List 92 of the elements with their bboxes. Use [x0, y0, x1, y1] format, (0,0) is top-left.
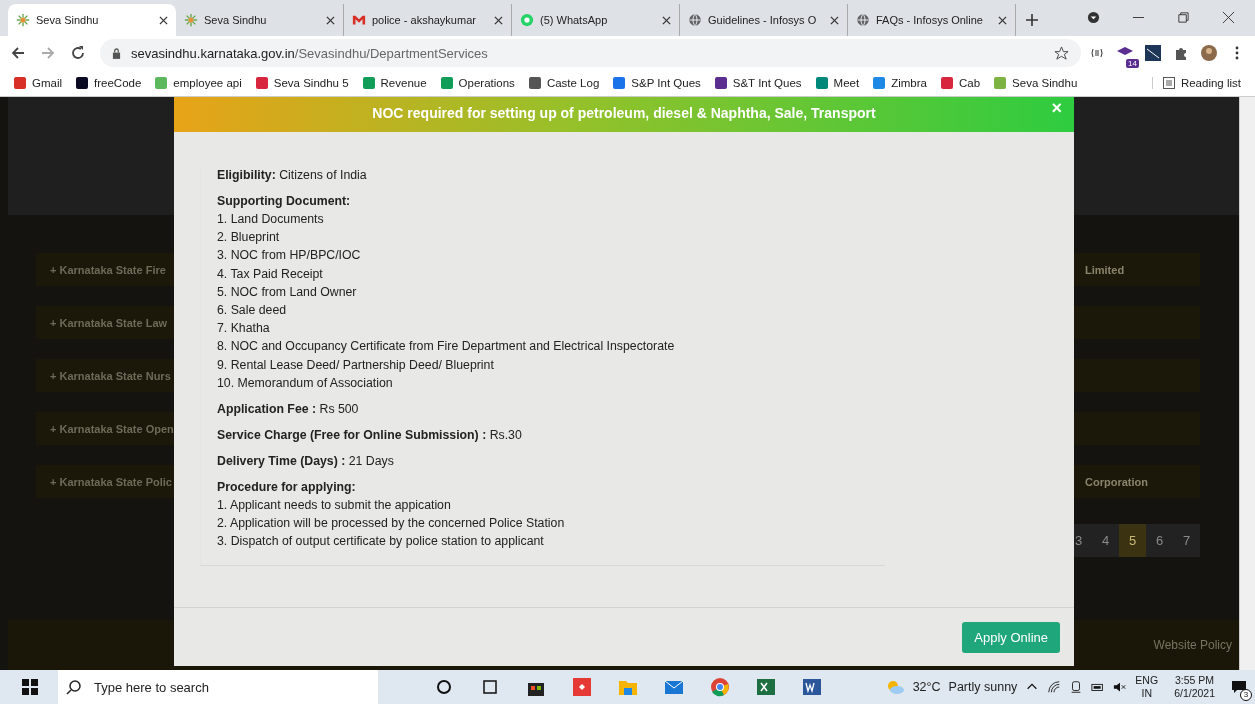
chrome-icon[interactable] [710, 677, 730, 697]
list-item: 7. Khatha [217, 320, 271, 338]
weather-text[interactable]: Partly sunny [948, 680, 1018, 694]
bookmark-link[interactable]: Operations [440, 77, 515, 89]
bookmark-link[interactable]: S&P Int Ques [613, 77, 701, 89]
eligibility-text: Eligibility: Citizens of India [217, 167, 368, 184]
bookmark-link[interactable]: Meet [815, 77, 860, 89]
browser-tab[interactable]: police - akshaykumar [344, 4, 512, 36]
browser-tab[interactable]: Seva Sindhu [8, 4, 176, 36]
globe-icon [856, 13, 870, 27]
bookmark-link[interactable]: freeCode [76, 77, 142, 89]
task-view-icon[interactable] [480, 677, 500, 697]
fact-text: Service Charge (Free for Online Submission) : Rs.30 [217, 427, 523, 445]
clock-time[interactable]: 3:55 PM [1175, 674, 1215, 687]
language-text[interactable]: ENG [1135, 674, 1159, 687]
close-icon[interactable] [494, 15, 503, 25]
restore-icon[interactable] [1177, 11, 1190, 24]
close-icon[interactable] [1222, 11, 1235, 24]
list-item: 10. Memorandum of Association [217, 374, 394, 392]
windows-start-icon[interactable] [22, 679, 38, 695]
footer-link[interactable]: Website Policy [1153, 638, 1232, 652]
list-item: 6. Sale deed [217, 302, 288, 319]
scrollbar[interactable] [1239, 97, 1255, 670]
browser-tab[interactable]: (5) WhatsApp [512, 4, 680, 36]
fact-text: Delivery Time (Days) : 21 Days [217, 453, 395, 471]
bookmark-link[interactable]: Revenue [362, 77, 427, 89]
list-item: 3. Dispatch of output certificate by police station to applicant [217, 533, 545, 551]
region-text[interactable]: IN [1141, 687, 1152, 700]
extension-icon[interactable] [1145, 45, 1161, 61]
new-tab-icon[interactable] [1026, 14, 1038, 26]
globe-icon [688, 13, 702, 27]
close-icon[interactable] [998, 15, 1007, 25]
page-link[interactable]: 7 [1173, 524, 1200, 557]
notification-badge: 3 [1240, 689, 1252, 701]
profile-menu-icon[interactable] [1087, 11, 1100, 24]
bookmark-link[interactable]: Seva Sindhu [994, 77, 1078, 89]
chat-icon [520, 13, 534, 27]
close-icon[interactable] [326, 15, 335, 25]
list-item: 2. Application will be processed by the concerned Police Station [217, 515, 566, 533]
bookmark-star-icon[interactable] [1054, 45, 1069, 61]
back-arrow-icon[interactable] [10, 45, 26, 61]
list-item: 1. Applicant needs to submit the appication [217, 497, 452, 515]
search-icon [66, 679, 82, 695]
muted-speaker-icon[interactable] [1113, 680, 1128, 694]
list-item: 9. Rental Lease Deed/ Partnership Deed/ Blueprint [217, 356, 495, 374]
close-icon[interactable] [830, 15, 839, 25]
temperature-text[interactable]: 32°C [912, 680, 941, 694]
flower-icon [16, 13, 30, 27]
list-item: 2. Blueprint [217, 229, 281, 247]
browser-tab[interactable]: Seva Sindhu [176, 4, 344, 36]
bookmark-link[interactable]: Cab [940, 77, 981, 89]
extension-badge: 14 [1126, 59, 1139, 68]
close-icon[interactable] [159, 15, 168, 25]
reload-icon[interactable] [70, 45, 86, 61]
list-item: 4. Tax Paid Receipt [217, 265, 324, 283]
clock-date[interactable]: 6/1/2021 [1174, 687, 1215, 700]
modal-title: NOC required for setting up of petroleum, diesel & Naphtha, Sale, Transport [372, 105, 876, 121]
bookmark-link[interactable]: employee api [155, 77, 242, 89]
mail-icon [352, 13, 366, 27]
browser-tab[interactable]: Guidelines - Infosys O [680, 4, 848, 36]
wifi-icon[interactable] [1047, 680, 1062, 694]
bookmark-link[interactable]: Gmail [14, 77, 63, 89]
app-icon[interactable] [572, 677, 592, 697]
page-link[interactable]: 4 [1092, 524, 1119, 557]
bookmark-link[interactable]: Zimbra [873, 77, 927, 89]
reading-list-button[interactable]: Reading list [1151, 77, 1241, 89]
search-box[interactable]: Type here to search [58, 670, 378, 704]
list-item: 3. NOC from HP/BPC/IOC [217, 247, 362, 265]
search-field[interactable]: Type here to search [92, 678, 378, 696]
list-item: 5. NOC from Land Owner [217, 283, 358, 301]
list-item: 8. NOC and Occupancy Certificate from Fire Department and Electrical Inspectorate [217, 338, 676, 356]
address-bar[interactable]: sevasindhu.karnataka.gov.in/Sevasindhu/DepartmentServices [100, 39, 1081, 67]
document-icon[interactable] [802, 677, 822, 697]
avatar-icon[interactable] [1201, 45, 1217, 61]
list-item: 1. Land Documents [217, 211, 325, 228]
section-heading: Supporting Document: [217, 193, 352, 210]
flower-icon [184, 13, 198, 27]
reading-list-icon [1162, 77, 1175, 89]
close-icon[interactable] [662, 15, 671, 25]
section-heading: Procedure for applying: [217, 479, 357, 497]
browser-tab[interactable]: FAQs - Infosys Online [848, 4, 1016, 36]
page-link[interactable]: 6 [1146, 524, 1173, 557]
fact-text: Application Fee : Rs 500 [217, 401, 360, 419]
notification-icon[interactable] [1231, 679, 1247, 695]
spreadsheet-icon[interactable] [756, 677, 776, 697]
bookmark-link[interactable]: Caste Log [528, 77, 600, 89]
page-link[interactable]: 5 [1119, 524, 1146, 557]
bookmark-link[interactable]: Seva Sindhu 5 [255, 77, 349, 89]
cortana-circle-icon[interactable] [434, 677, 454, 697]
bookmark-link[interactable]: S&T Int Ques [714, 77, 802, 89]
lock-icon [112, 47, 121, 59]
puzzle-icon[interactable] [1173, 45, 1189, 61]
